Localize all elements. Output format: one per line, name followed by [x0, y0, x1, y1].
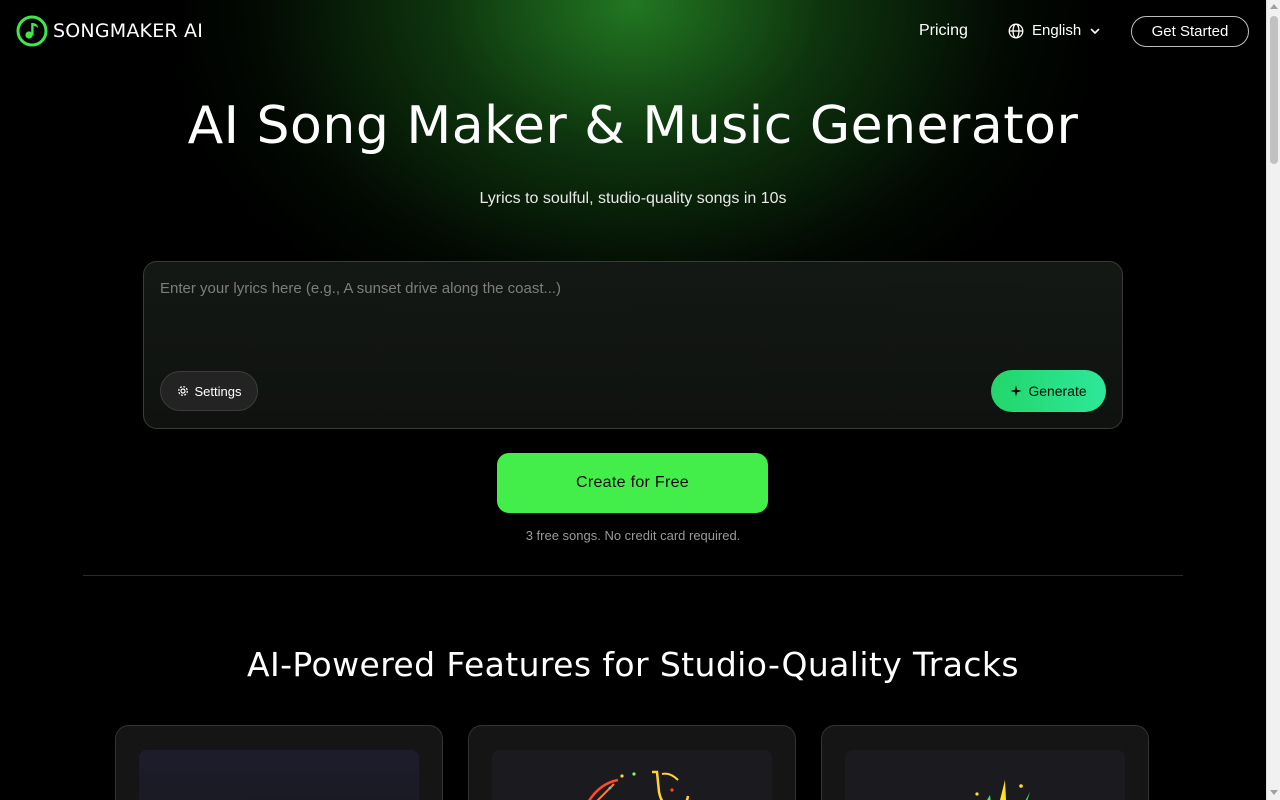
feature-card[interactable] [115, 725, 443, 800]
section-divider [83, 575, 1183, 576]
feature-card-image [492, 750, 772, 800]
feature-card-image [139, 750, 419, 800]
sparkle-icon [1010, 385, 1022, 397]
generate-button[interactable]: Generate [991, 370, 1106, 412]
settings-button[interactable]: Settings [160, 371, 258, 411]
burst-illustration-icon [975, 780, 1030, 800]
feature-card-image [845, 750, 1125, 800]
lyrics-composer: Settings Generate [143, 261, 1123, 429]
chevron-down-icon [1090, 28, 1100, 34]
language-label: English [1032, 22, 1082, 39]
create-for-free-button[interactable]: Create for Free [497, 453, 768, 513]
scroll-down-arrow-icon[interactable] [1270, 790, 1278, 795]
music-note-logo-icon [16, 15, 48, 47]
logo[interactable]: SONGMAKER AI [16, 15, 203, 47]
generate-label: Generate [1028, 383, 1087, 399]
language-selector[interactable]: English [1008, 22, 1101, 39]
hero-subtitle: Lyrics to soulful, studio-quality songs … [479, 190, 787, 207]
lyrics-input[interactable] [160, 280, 1100, 360]
globe-icon [1008, 23, 1024, 38]
feature-card[interactable] [468, 725, 796, 800]
feature-card[interactable] [821, 725, 1149, 800]
vertical-scrollbar[interactable] [1266, 0, 1280, 800]
brand-name: SONGMAKER AI [53, 20, 204, 42]
scroll-up-arrow-icon[interactable] [1270, 4, 1278, 9]
gear-icon [177, 386, 188, 396]
settings-label: Settings [194, 383, 242, 399]
free-songs-note: 3 free songs. No credit card required. [525, 528, 741, 543]
get-started-button[interactable]: Get Started [1131, 16, 1249, 47]
instruments-illustration-icon [588, 770, 690, 800]
top-nav: SONGMAKER AI Pricing English Get Started [0, 0, 1266, 62]
page: SONGMAKER AI Pricing English Get Started… [0, 0, 1266, 800]
page-title: AI Song Maker & Music Generator [187, 96, 1079, 156]
scrollbar-thumb[interactable] [1270, 16, 1278, 164]
nav-link-pricing[interactable]: Pricing [919, 22, 968, 40]
features-title: AI-Powered Features for Studio-Quality T… [246, 645, 1020, 684]
